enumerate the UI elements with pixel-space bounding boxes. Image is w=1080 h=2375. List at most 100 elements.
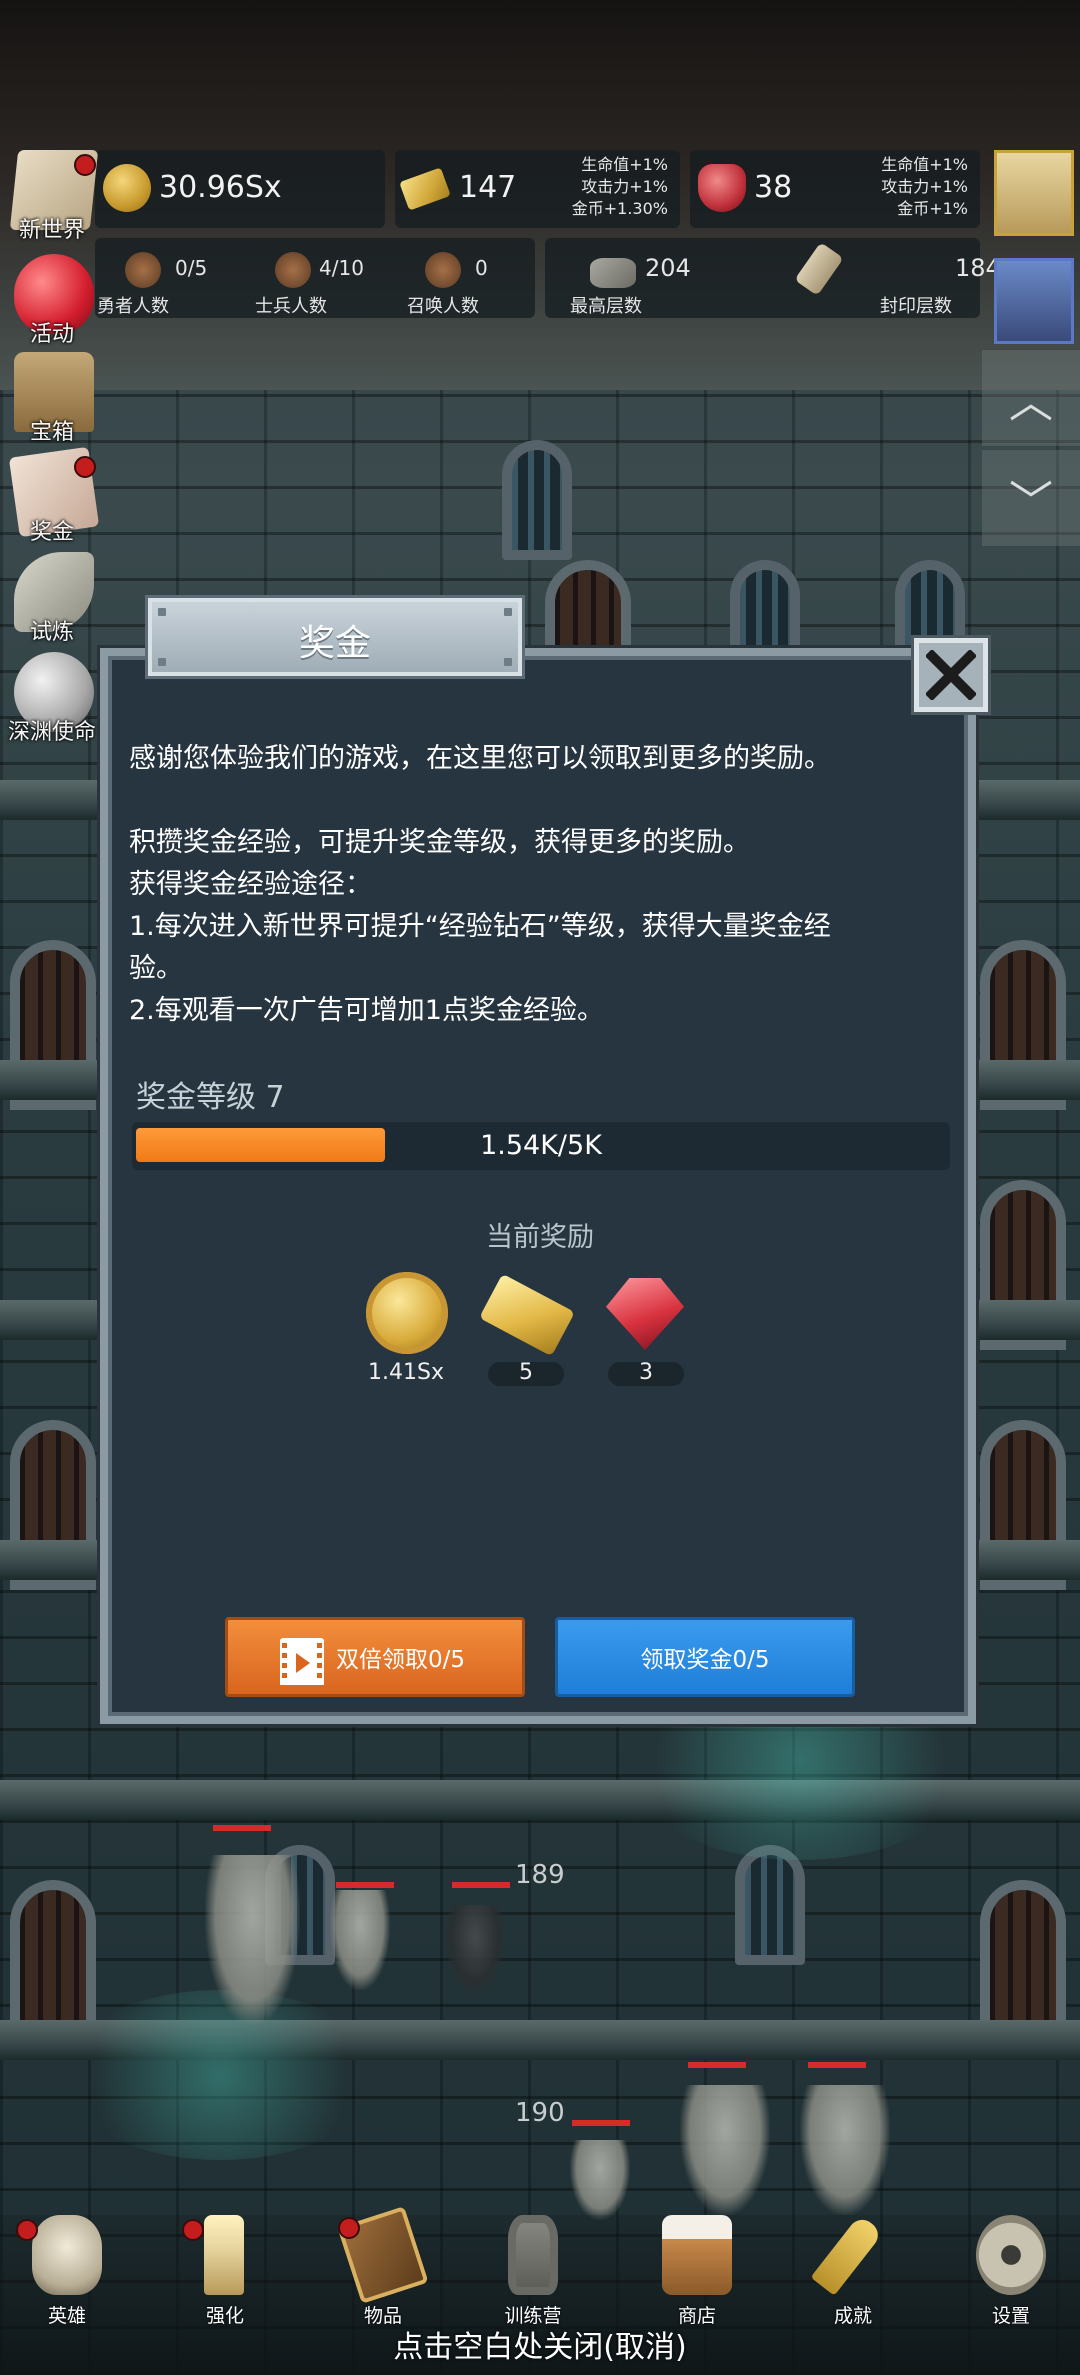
stats-bar: 0/5 勇者人数 4/10 士兵人数 0 召唤人数 204 最高层数 184 封… — [95, 238, 1001, 318]
summon-count-value: 0 — [475, 256, 488, 280]
hero-count-value: 0/5 — [175, 256, 208, 280]
dialog-title-plate: 奖金 — [148, 598, 522, 676]
enemy-hp-bar — [688, 2062, 746, 2068]
dialog-intro: 感谢您体验我们的游戏，在这里您可以领取到更多的奖励。 — [129, 743, 831, 774]
nav-heroes[interactable]: 英雄 — [2, 2215, 132, 2327]
candle-portrait[interactable] — [994, 150, 1074, 236]
hero-icon — [125, 252, 161, 288]
gem-bonus: 生命值+1% 攻击力+1% 金币+1% — [881, 154, 968, 220]
highest-floor-value: 204 — [645, 254, 691, 282]
bonus-atk: 攻击力+1% — [581, 177, 668, 196]
gold-coin-icon — [103, 164, 151, 212]
side-item-label: 奖金 — [29, 520, 74, 545]
side-item-label: 新世界 — [18, 218, 85, 243]
floor-number: 190 — [515, 2098, 565, 2128]
nav-shop[interactable]: 商店 — [632, 2215, 762, 2327]
reaper-enemy[interactable] — [205, 1855, 300, 2025]
castle-window — [735, 1845, 805, 1965]
gear-icon — [976, 2215, 1046, 2295]
side-item-chest[interactable]: 宝箱 — [4, 352, 100, 445]
side-item-new-world[interactable]: 新世界 — [4, 150, 100, 243]
dialog-desc-line: 2.每观看一次广告可增加1点奖金经验。 — [129, 995, 604, 1026]
close-button[interactable] — [914, 638, 988, 712]
scroll-up-button[interactable]: ︿ — [982, 350, 1080, 446]
side-item-label: 活动 — [29, 322, 74, 347]
nav-achievements[interactable]: 成就 — [788, 2214, 918, 2327]
candle-icon — [204, 2215, 244, 2295]
notification-dot — [74, 456, 96, 478]
gem-currency[interactable]: 38 生命值+1% 攻击力+1% 金币+1% — [690, 150, 980, 228]
gold-coin-icon — [366, 1272, 448, 1354]
ghost-enemy[interactable] — [570, 2140, 630, 2220]
gold-bar-bonus: 生命值+1% 攻击力+1% 金币+1.30% — [572, 154, 668, 220]
notification-dot — [16, 2219, 38, 2241]
reaper-enemy[interactable] — [680, 2085, 770, 2215]
ghost-enemy[interactable] — [330, 1890, 390, 1990]
side-item-abyss[interactable]: 深渊使命 — [4, 652, 100, 745]
double-claim-button[interactable]: 双倍领取0/5 — [225, 1617, 525, 1697]
nav-upgrade[interactable]: 强化 — [160, 2215, 290, 2327]
enemy-hp-bar — [572, 2120, 630, 2126]
dialog-desc-line: 获得奖金经验途径： — [129, 869, 372, 900]
scroll-down-button[interactable]: ﹀ — [982, 450, 1080, 546]
hero-count-label: 勇者人数 — [97, 296, 169, 317]
castle-window — [502, 440, 572, 560]
side-item-activity[interactable]: 活动 — [4, 254, 100, 347]
chevron-up-icon: ︿ — [1009, 377, 1053, 428]
currency-bar: 30.96Sx 147 生命值+1% 攻击力+1% 金币+1.30% 38 生命… — [95, 150, 980, 228]
side-item-label: 深渊使命 — [7, 720, 96, 745]
bonus-hp: 生命值+1% — [881, 155, 968, 174]
claim-bonus-button[interactable]: 领取奖金0/5 — [555, 1617, 855, 1697]
red-gem-icon — [698, 164, 746, 212]
claim-bonus-label: 领取奖金0/5 — [640, 1647, 770, 1673]
soldier-count-label: 士兵人数 — [255, 296, 327, 317]
sealed-floor-label: 封印层数 — [880, 296, 952, 317]
bonus-level: 奖金等级 7 — [136, 1080, 285, 1115]
close-icon — [926, 650, 976, 700]
reward-count: 5 — [519, 1360, 533, 1385]
notification-dot — [74, 154, 96, 176]
current-rewards-title: 当前奖励 — [486, 1222, 594, 1253]
dialog-desc-line: 验。 — [129, 953, 183, 984]
double-claim-label: 双倍领取0/5 — [336, 1647, 466, 1673]
bonus-gold: 金币+1.30% — [571, 199, 668, 218]
nav-settings[interactable]: 设置 — [946, 2215, 1076, 2327]
highest-floor-label: 最高层数 — [570, 296, 642, 317]
bonus-atk: 攻击力+1% — [881, 177, 968, 196]
enemy-hp-bar — [213, 1825, 271, 1831]
summon-count-label: 召唤人数 — [407, 296, 479, 317]
dialog-desc-line: 积攒奖金经验，可提升奖金等级，获得更多的奖励。 — [129, 827, 750, 858]
skull-icon — [32, 2215, 102, 2295]
notification-dot — [182, 2219, 204, 2241]
nav-training[interactable]: 训练营 — [468, 2215, 598, 2327]
hooded-enemy[interactable] — [445, 1905, 505, 1995]
side-item-label: 试炼 — [29, 620, 74, 645]
reaper-enemy[interactable] — [800, 2085, 890, 2215]
side-item-trial[interactable]: 试炼 — [4, 552, 100, 645]
reward-count: 3 — [639, 1360, 653, 1385]
floor-number: 189 — [515, 1860, 565, 1890]
nav-items[interactable]: 物品 — [318, 2206, 448, 2327]
bonus-hp: 生命值+1% — [581, 155, 668, 174]
dialog-title: 奖金 — [298, 623, 371, 664]
gold-currency[interactable]: 30.96Sx — [95, 150, 385, 228]
enemy-hp-bar — [336, 1882, 394, 1888]
dialog-desc-line: 1.每次进入新世界可提升“经验钻石”等级，获得大量奖金经 — [129, 911, 831, 942]
wizard-portrait[interactable] — [994, 258, 1074, 344]
bonus-progress-bar: 1.54K/5K — [132, 1122, 950, 1170]
mug-icon — [662, 2215, 732, 2295]
bonus-gold: 金币+1% — [897, 199, 968, 218]
chevron-down-icon: ﹀ — [1009, 477, 1053, 528]
close-hint[interactable]: 点击空白处关闭(取消) — [0, 2322, 1080, 2366]
gold-bar-value: 147 — [459, 170, 517, 205]
gold-value: 30.96Sx — [159, 170, 282, 205]
side-item-bonus[interactable]: 奖金 — [4, 446, 100, 545]
enemy-hp-bar — [452, 1882, 510, 1888]
side-item-label: 宝箱 — [29, 420, 74, 445]
gold-bar-icon — [399, 167, 451, 211]
gold-bar-currency[interactable]: 147 生命值+1% 攻击力+1% 金币+1.30% — [395, 150, 680, 228]
summon-icon — [425, 252, 461, 288]
gem-value: 38 — [754, 170, 793, 205]
bonus-dialog — [100, 648, 976, 1724]
enemy-hp-bar — [808, 2062, 866, 2068]
